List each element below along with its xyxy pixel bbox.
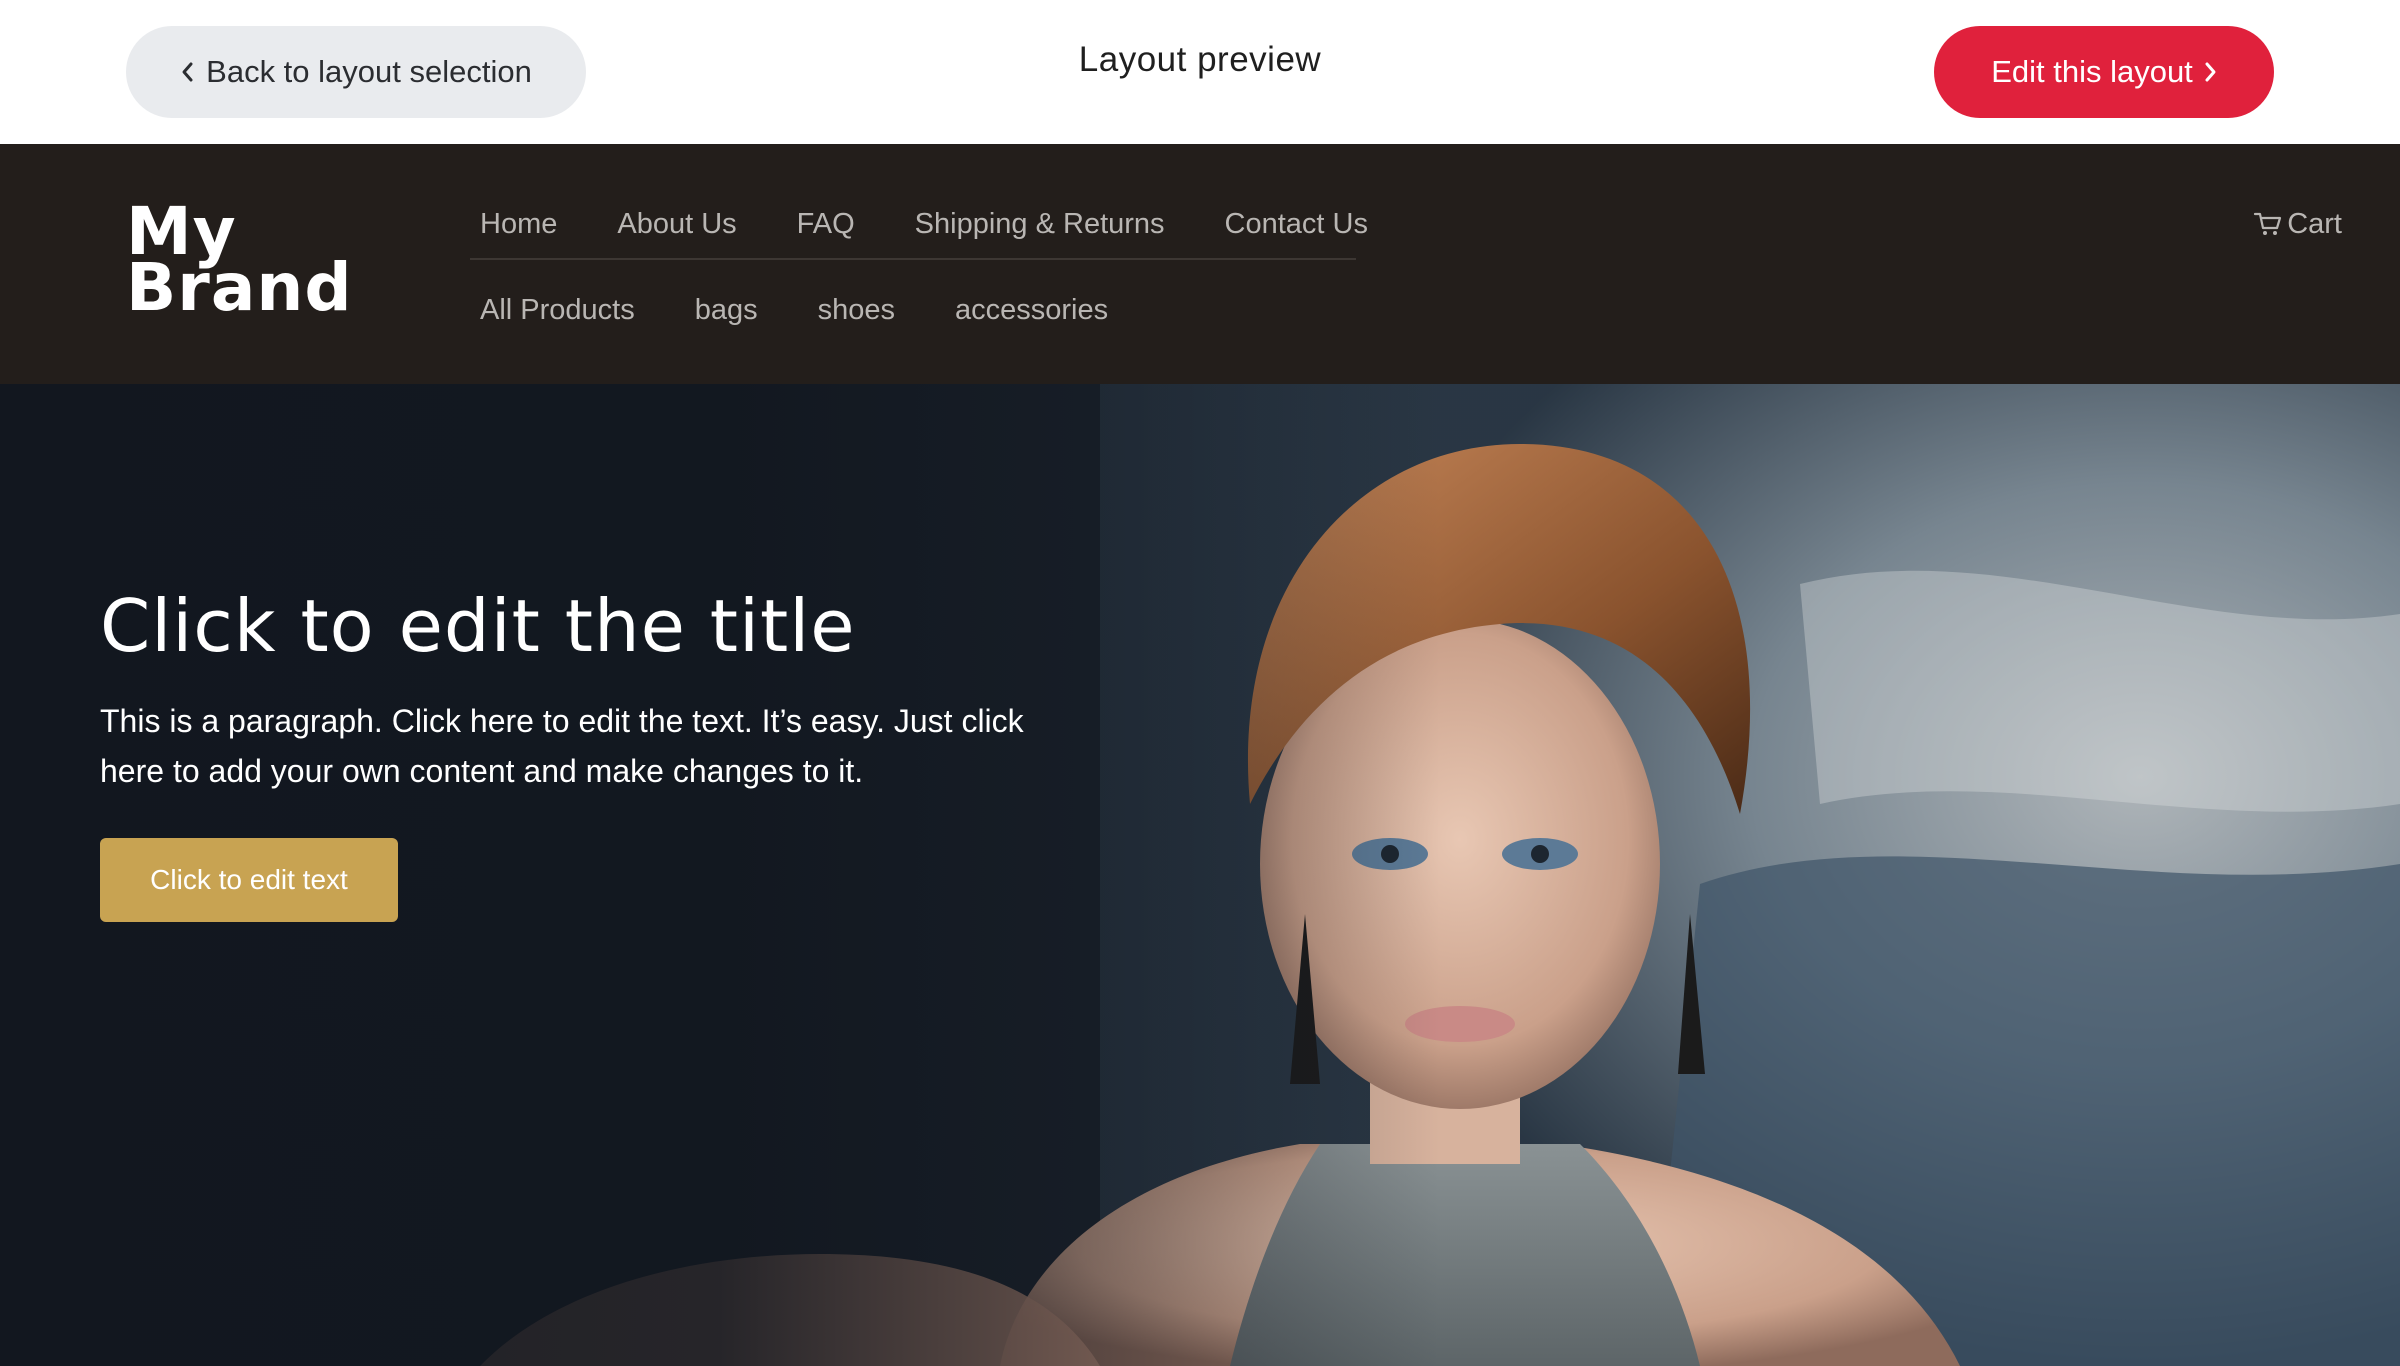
nav-link-contact-us[interactable]: Contact Us xyxy=(1225,208,1368,241)
primary-nav: Home About Us FAQ Shipping & Returns Con… xyxy=(480,200,1368,248)
nav-link-accessories[interactable]: accessories xyxy=(955,294,1108,327)
hero-paragraph[interactable]: This is a paragraph. Click here to edit … xyxy=(100,696,1060,796)
nav-link-faq[interactable]: FAQ xyxy=(797,208,855,241)
back-to-layout-selection-button[interactable]: Back to layout selection xyxy=(126,26,586,118)
cart-label: Cart xyxy=(2287,207,2342,240)
hero-cta-button[interactable]: Click to edit text xyxy=(100,838,398,922)
site-header: My Brand Home About Us FAQ Shipping & Re… xyxy=(0,144,2400,384)
nav-link-all-products[interactable]: All Products xyxy=(480,294,635,327)
chevron-left-icon xyxy=(180,61,194,83)
nav-divider xyxy=(470,258,1356,260)
category-nav: All Products bags shoes accessories xyxy=(480,286,1108,334)
cart-icon xyxy=(2253,209,2283,239)
nav-link-home[interactable]: Home xyxy=(480,208,557,241)
chevron-right-icon xyxy=(2203,61,2217,83)
nav-link-shoes[interactable]: shoes xyxy=(818,294,895,327)
brand-logo[interactable]: My Brand xyxy=(126,199,353,326)
nav-link-bags[interactable]: bags xyxy=(695,294,758,327)
preview-toolbar: Back to layout selection Layout preview … xyxy=(0,0,2400,144)
nav-link-shipping-returns[interactable]: Shipping & Returns xyxy=(915,208,1165,241)
nav-link-about-us[interactable]: About Us xyxy=(617,208,736,241)
back-button-label: Back to layout selection xyxy=(206,54,532,89)
edit-this-layout-button[interactable]: Edit this layout xyxy=(1934,26,2274,118)
hero-title[interactable]: Click to edit the title xyxy=(100,584,856,668)
logo-line-2: Brand xyxy=(126,249,353,326)
edit-button-label: Edit this layout xyxy=(1991,54,2193,89)
cart-link[interactable]: Cart xyxy=(2253,200,2342,248)
hero-section: Click to edit the title This is a paragr… xyxy=(0,384,2400,1366)
